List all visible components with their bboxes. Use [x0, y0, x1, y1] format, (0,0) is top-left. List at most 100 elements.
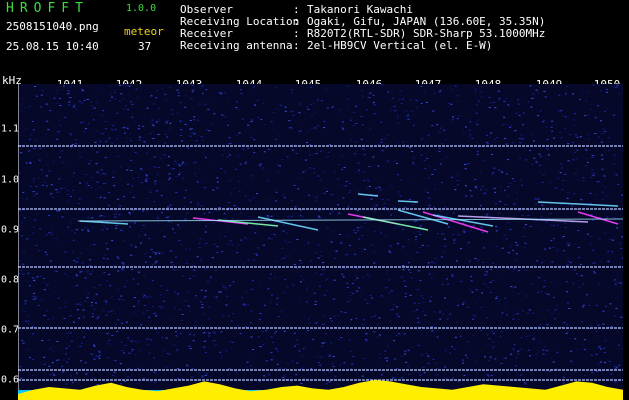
noise-pixel	[208, 335, 211, 337]
noise-pixel	[250, 336, 253, 338]
noise-pixel	[404, 207, 407, 209]
noise-pixel	[462, 302, 465, 304]
noise-pixel	[467, 306, 470, 308]
noise-pixel	[309, 154, 312, 156]
noise-pixel	[99, 196, 102, 198]
noise-pixel	[115, 181, 118, 183]
noise-pixel	[56, 341, 59, 342]
noise-pixel	[134, 354, 137, 356]
noise-pixel	[387, 134, 390, 136]
noise-pixel	[105, 301, 108, 303]
noise-pixel	[529, 225, 532, 227]
noise-pixel	[599, 90, 602, 92]
noise-pixel	[564, 222, 567, 224]
noise-pixel	[385, 146, 388, 148]
noise-pixel	[254, 232, 257, 234]
noise-pixel	[276, 171, 279, 173]
noise-pixel	[180, 243, 183, 245]
noise-pixel	[65, 383, 68, 385]
noise-pixel	[322, 262, 325, 264]
noise-pixel	[558, 94, 561, 96]
noise-pixel	[120, 93, 123, 95]
noise-pixel	[439, 90, 442, 92]
noise-pixel	[600, 348, 602, 350]
noise-pixel	[157, 251, 160, 253]
noise-pixel	[329, 144, 332, 146]
noise-pixel	[315, 322, 318, 324]
noise-pixel	[317, 257, 320, 259]
noise-pixel	[158, 119, 161, 121]
noise-pixel	[236, 325, 239, 326]
noise-pixel	[79, 304, 82, 306]
noise-pixel	[556, 352, 559, 354]
noise-pixel	[221, 283, 224, 285]
noise-pixel	[366, 302, 369, 304]
noise-pixel	[562, 115, 565, 117]
noise-pixel	[286, 335, 289, 337]
noise-pixel	[87, 123, 90, 125]
noise-pixel	[620, 316, 623, 318]
noise-pixel	[123, 85, 126, 87]
noise-pixel	[319, 251, 322, 253]
noise-pixel	[597, 105, 599, 107]
noise-pixel	[31, 277, 34, 279]
noise-pixel	[128, 352, 131, 354]
noise-pixel	[419, 225, 422, 227]
noise-pixel	[140, 167, 142, 169]
noise-pixel	[113, 312, 116, 314]
noise-pixel	[569, 261, 572, 263]
noise-pixel	[154, 180, 157, 182]
noise-pixel	[479, 172, 482, 174]
noise-pixel	[75, 229, 78, 231]
noise-pixel	[378, 143, 380, 145]
noise-pixel	[469, 134, 472, 136]
noise-pixel	[403, 144, 406, 145]
noise-pixel	[603, 362, 606, 364]
noise-pixel	[566, 281, 568, 283]
noise-pixel	[177, 224, 180, 226]
noise-pixel	[174, 331, 177, 333]
noise-pixel	[290, 199, 293, 201]
noise-pixel	[407, 365, 410, 367]
noise-pixel	[399, 90, 402, 92]
noise-pixel	[287, 362, 290, 364]
noise-pixel	[59, 307, 62, 309]
noise-pixel	[333, 172, 336, 174]
noise-pixel	[567, 263, 570, 265]
noise-pixel	[120, 295, 123, 297]
noise-pixel	[198, 168, 201, 170]
noise-pixel	[517, 353, 520, 355]
noise-pixel	[137, 310, 140, 312]
noise-pixel	[547, 309, 550, 311]
noise-pixel	[318, 285, 321, 287]
noise-pixel	[203, 244, 205, 246]
noise-pixel	[218, 237, 221, 239]
noise-pixel	[102, 309, 105, 311]
noise-pixel	[198, 247, 201, 249]
noise-pixel	[29, 163, 32, 164]
noise-pixel	[436, 375, 439, 377]
noise-pixel	[195, 176, 198, 177]
noise-pixel	[550, 240, 553, 242]
noise-pixel	[444, 139, 447, 141]
noise-pixel	[467, 262, 470, 264]
noise-pixel	[104, 121, 107, 122]
noise-pixel	[441, 283, 444, 285]
noise-pixel	[90, 304, 93, 306]
noise-pixel	[191, 367, 194, 369]
noise-pixel	[116, 331, 119, 332]
noise-pixel	[614, 381, 617, 383]
noise-pixel	[389, 109, 392, 111]
noise-pixel	[193, 334, 195, 336]
noise-pixel	[22, 191, 25, 193]
noise-pixel	[113, 156, 116, 158]
noise-pixel	[516, 313, 519, 315]
noise-pixel	[323, 187, 326, 189]
noise-pixel	[325, 333, 328, 335]
noise-pixel	[309, 144, 312, 146]
noise-pixel	[240, 93, 243, 95]
noise-pixel	[56, 138, 59, 140]
noise-pixel	[317, 215, 320, 217]
noise-pixel	[87, 218, 90, 219]
noise-pixel	[184, 300, 187, 302]
